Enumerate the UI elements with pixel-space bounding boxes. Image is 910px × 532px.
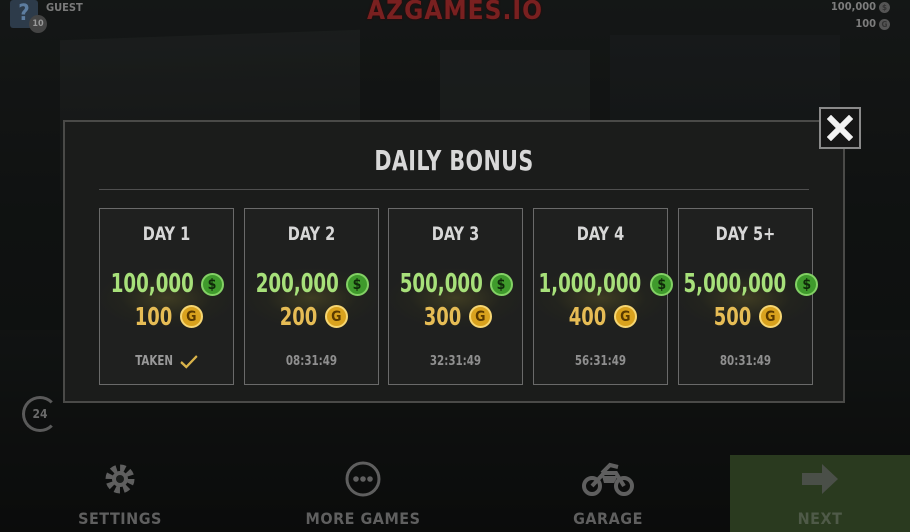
gold-coin-icon: G	[468, 305, 492, 328]
close-button[interactable]	[819, 107, 861, 149]
gold-amount: 400	[568, 302, 607, 331]
gold-reward: 200 G	[245, 302, 378, 331]
gold-amount: 200	[279, 302, 318, 331]
cash-reward: 100,000 $	[100, 269, 233, 299]
dollar-coin-icon: $	[200, 272, 224, 296]
gold-amount: 100	[134, 302, 173, 331]
day-label: DAY 2	[287, 223, 336, 245]
player-name: GUEST	[46, 1, 83, 14]
gold-coin-icon: G	[324, 305, 348, 328]
gold-coin-icon: G	[758, 305, 782, 328]
cash-reward: 500,000 $	[389, 269, 522, 299]
day-label: DAY 4	[576, 223, 625, 245]
garage-button[interactable]: GARAGE	[548, 455, 668, 532]
gear-icon	[105, 464, 135, 494]
day-card-3: DAY 3 500,000 $ 300 G 32:31:49	[385, 208, 526, 385]
garage-label: GARAGE	[573, 509, 643, 528]
cash-amount: 500,000	[400, 269, 484, 299]
countdown-timer: 08:31:49	[285, 354, 338, 369]
countdown-timer: 80:31:49	[719, 354, 772, 369]
day-label: DAY 3	[431, 223, 480, 245]
dollar-coin-icon: $	[345, 272, 369, 296]
gold-amount: 300	[423, 302, 462, 331]
cash-balance: 100,000 $	[831, 0, 890, 13]
more-dots-icon	[345, 461, 381, 497]
daily-timer-icon[interactable]: 24	[22, 396, 58, 432]
gold-balance-value: 100	[855, 17, 876, 30]
daily-bonus-dialog: DAILY BONUS DAY 1 100,000 $ 100 G TAKEN	[63, 120, 845, 403]
day-card-4: DAY 4 1,000,000 $ 400 G 56:31:49	[530, 208, 674, 385]
site-logo[interactable]: AZGAMES.IO	[362, 0, 548, 26]
dollar-coin-icon: $	[489, 272, 513, 296]
settings-button[interactable]: SETTINGS	[60, 455, 180, 532]
cash-amount: 1,000,000	[538, 269, 642, 299]
motorcycle-icon	[582, 462, 634, 496]
gold-reward: 300 G	[389, 302, 522, 331]
gold-reward: 100 G	[100, 302, 233, 331]
day-label: DAY 5+	[715, 223, 776, 245]
gold-balance: 100 G	[855, 17, 890, 30]
cash-balance-value: 100,000	[830, 0, 876, 13]
more-games-label: MORE GAMES	[305, 509, 421, 528]
checkmark-icon	[180, 354, 198, 369]
day-card-1: DAY 1 100,000 $ 100 G TAKEN	[96, 208, 237, 385]
gold-reward: 400 G	[534, 302, 667, 331]
top-bar: ? 10 GUEST AZGAMES.IO 100,000 $ 100 G	[0, 0, 910, 34]
claim-status: TAKEN	[108, 354, 225, 369]
dollar-coin-icon: $	[795, 272, 819, 296]
day-card-5: DAY 5+ 5,000,000 $ 500 G 80:31:49	[675, 208, 819, 385]
title-divider	[99, 189, 809, 190]
close-icon	[827, 115, 853, 141]
gold-coin-icon: G	[179, 305, 203, 328]
gold-coin-icon: G	[613, 305, 637, 328]
next-label: NEXT	[797, 509, 843, 528]
cash-amount: 100,000	[111, 269, 195, 299]
cash-reward: 200,000 $	[245, 269, 378, 299]
bottom-nav: SETTINGS MORE GAMES GARAGE NEXT	[0, 455, 910, 532]
next-button[interactable]: NEXT	[730, 455, 910, 532]
countdown-timer: 32:31:49	[429, 354, 482, 369]
cash-amount: 5,000,000	[683, 269, 787, 299]
cash-reward: 5,000,000 $	[679, 269, 819, 299]
dialog-title: DAILY BONUS	[374, 144, 534, 177]
settings-label: SETTINGS	[78, 509, 162, 528]
gold-coin-icon: G	[879, 18, 890, 30]
cash-coin-icon: $	[879, 1, 890, 13]
dollar-coin-icon: $	[650, 272, 674, 296]
day-card-2: DAY 2 200,000 $ 200 G 08:31:49	[241, 208, 382, 385]
more-games-button[interactable]: MORE GAMES	[300, 455, 426, 532]
gold-amount: 500	[713, 302, 752, 331]
arrow-right-icon	[802, 464, 838, 494]
countdown-timer: 56:31:49	[574, 354, 627, 369]
cash-amount: 200,000	[256, 269, 340, 299]
day-label: DAY 1	[142, 223, 191, 245]
taken-label: TAKEN	[135, 354, 174, 369]
level-badge: 10	[29, 15, 47, 33]
gold-reward: 500 G	[679, 302, 812, 331]
cash-reward: 1,000,000 $	[534, 269, 674, 299]
